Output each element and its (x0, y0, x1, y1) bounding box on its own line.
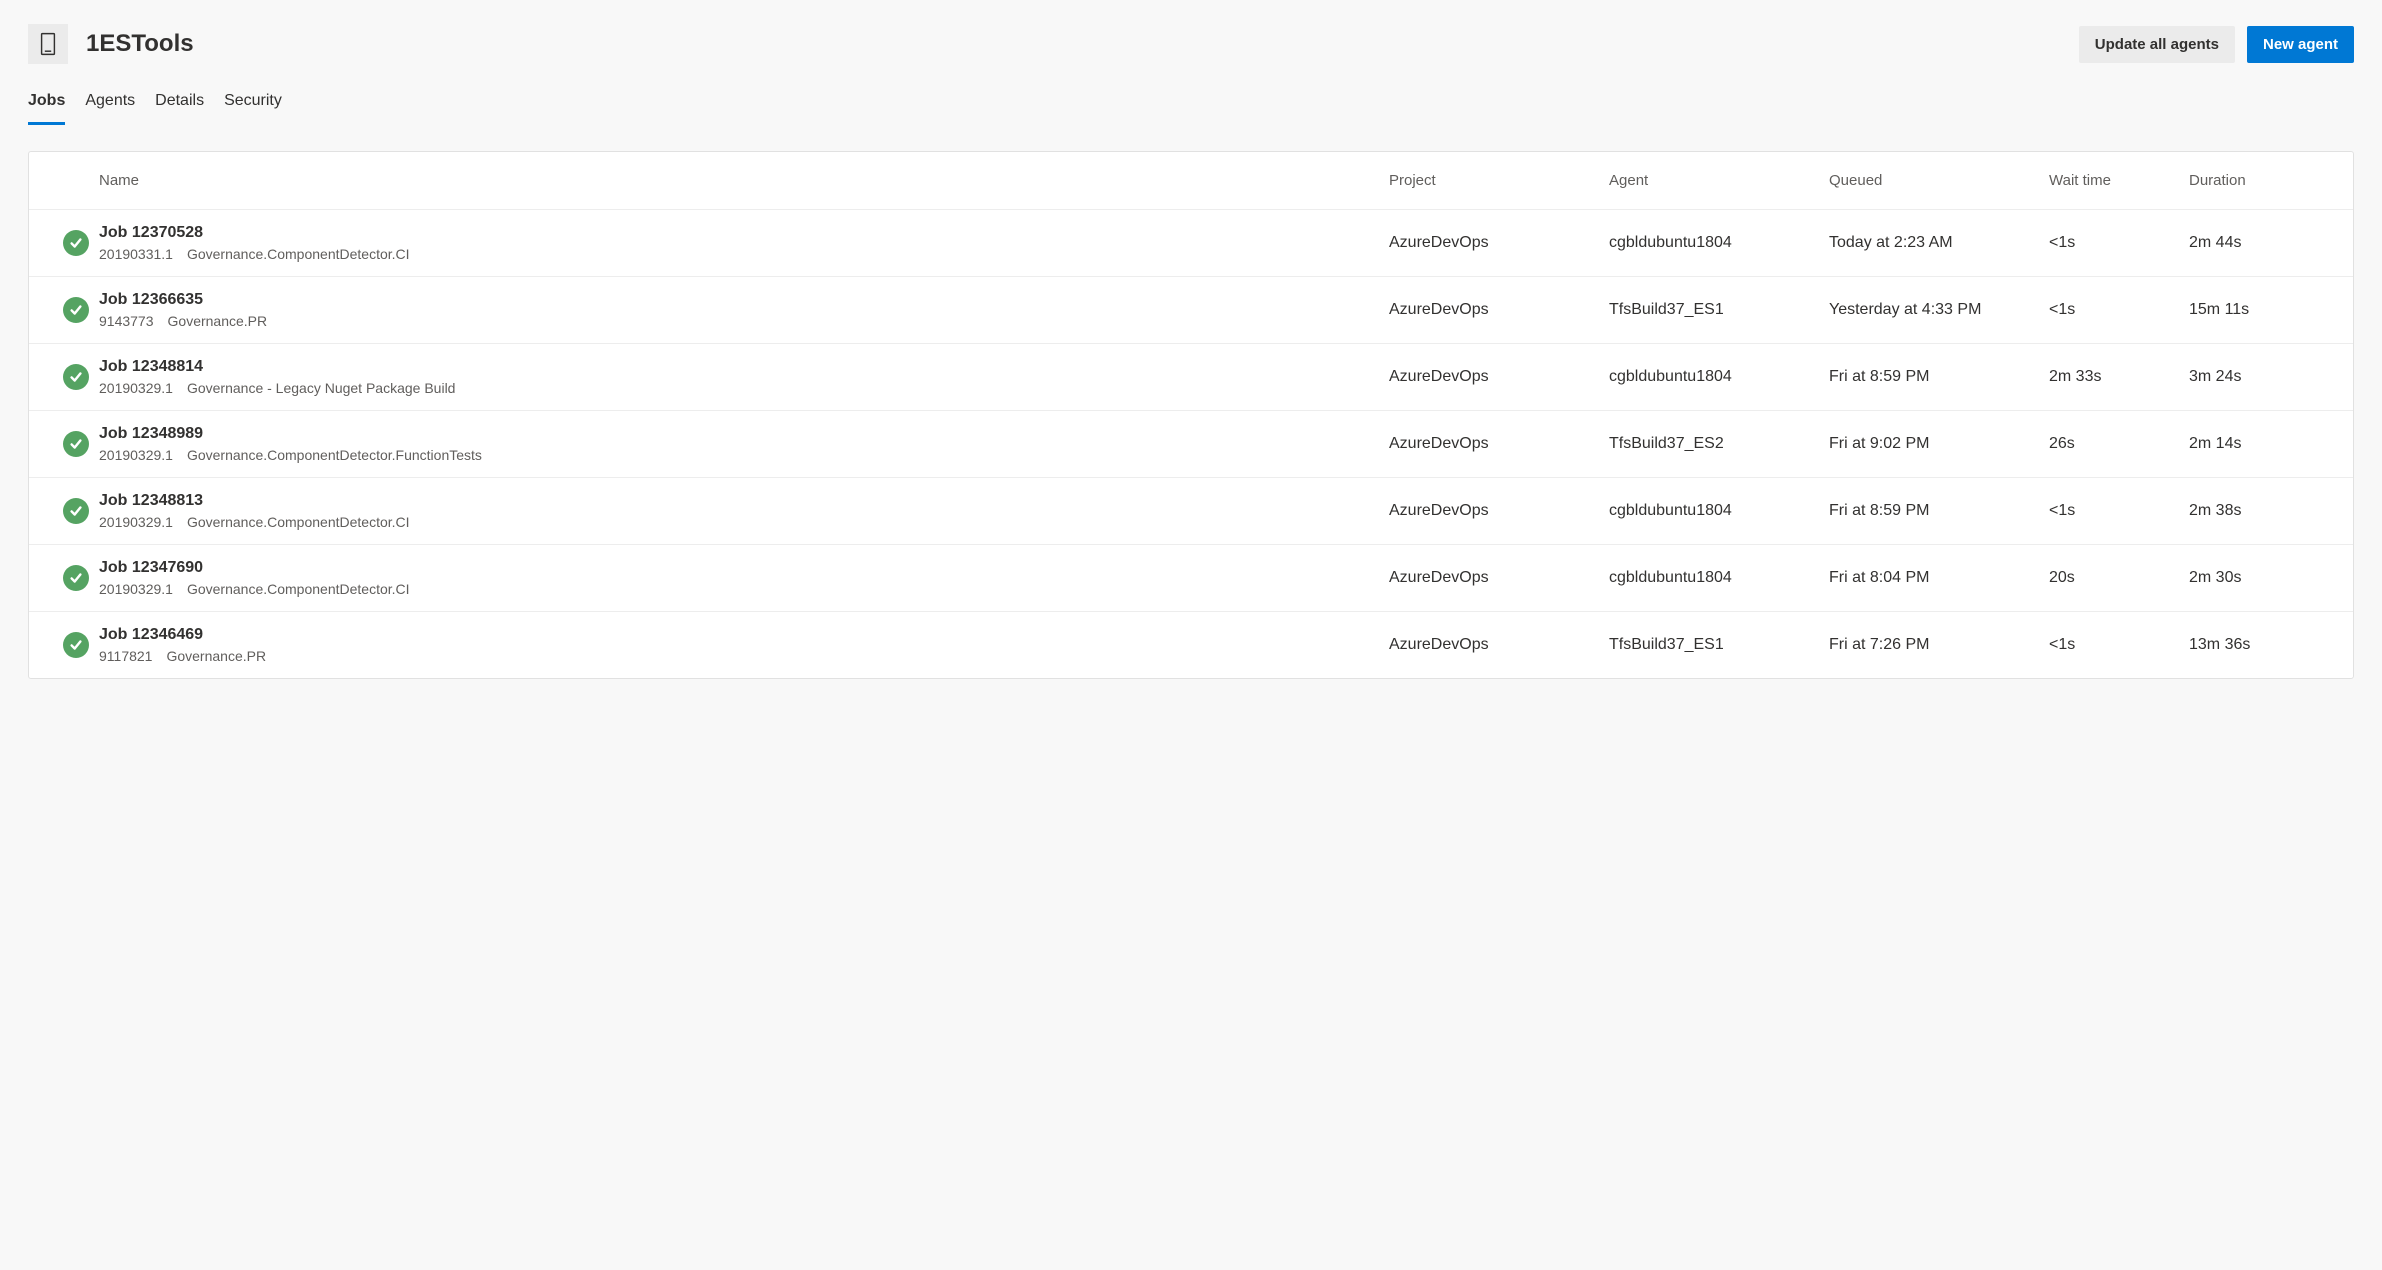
tabs: Jobs Agents Details Security (28, 84, 2354, 125)
cell-agent: cgbldubuntu1804 (1609, 502, 1829, 520)
success-icon (63, 632, 89, 658)
job-build-number: 20190329.1 (99, 380, 173, 396)
cell-project: AzureDevOps (1389, 301, 1609, 319)
cell-duration: 13m 36s (2189, 636, 2329, 654)
job-title: Job 12366635 (99, 291, 1389, 309)
job-build-number: 9143773 (99, 313, 154, 329)
update-all-agents-button[interactable]: Update all agents (2079, 26, 2235, 63)
cell-agent: TfsBuild37_ES2 (1609, 435, 1829, 453)
job-pipeline: Governance.ComponentDetector.CI (187, 581, 410, 597)
cell-duration: 2m 38s (2189, 502, 2329, 520)
cell-duration: 2m 30s (2189, 569, 2329, 587)
cell-queued: Fri at 7:26 PM (1829, 636, 2049, 654)
job-title: Job 12346469 (99, 626, 1389, 644)
job-pipeline: Governance.ComponentDetector.CI (187, 246, 410, 262)
cell-wait-time: 26s (2049, 435, 2189, 453)
page-title: 1ESTools (86, 30, 194, 58)
cell-agent: cgbldubuntu1804 (1609, 368, 1829, 386)
pool-icon (28, 24, 68, 64)
table-row[interactable]: Job 12347690 20190329.1 Governance.Compone… (29, 545, 2353, 612)
tab-security[interactable]: Security (224, 84, 282, 125)
cell-agent: TfsBuild37_ES1 (1609, 301, 1829, 319)
cell-duration: 2m 44s (2189, 234, 2329, 252)
table-row[interactable]: Job 12346469 9117821 Governance.PR AzureDev… (29, 612, 2353, 678)
cell-project: AzureDevOps (1389, 502, 1609, 520)
jobs-table: Name Project Agent Queued Wait time Dura… (28, 151, 2354, 679)
job-build-number: 20190329.1 (99, 447, 173, 463)
job-title: Job 12348813 (99, 492, 1389, 510)
job-build-number: 9117821 (99, 648, 152, 664)
success-icon (63, 230, 89, 256)
cell-duration: 3m 24s (2189, 368, 2329, 386)
job-pipeline: Governance.PR (168, 313, 268, 329)
success-icon (63, 565, 89, 591)
cell-wait-time: <1s (2049, 301, 2189, 319)
cell-project: AzureDevOps (1389, 234, 1609, 252)
table-row[interactable]: Job 12370528 20190331.1 Governance.Compone… (29, 210, 2353, 277)
tab-agents[interactable]: Agents (85, 84, 135, 125)
cell-queued: Today at 2:23 AM (1829, 234, 2049, 252)
col-name[interactable]: Name (99, 172, 1389, 189)
table-row[interactable]: Job 12348989 20190329.1 Governance.Compone… (29, 411, 2353, 478)
cell-agent: TfsBuild37_ES1 (1609, 636, 1829, 654)
job-title: Job 12370528 (99, 224, 1389, 242)
tab-jobs[interactable]: Jobs (28, 84, 65, 125)
table-row[interactable]: Job 12348814 20190329.1 Governance - Legac… (29, 344, 2353, 411)
page-header: 1ESTools Update all agents New agent (28, 24, 2354, 64)
cell-project: AzureDevOps (1389, 569, 1609, 587)
cell-queued: Fri at 9:02 PM (1829, 435, 2049, 453)
job-build-number: 20190329.1 (99, 514, 173, 530)
cell-project: AzureDevOps (1389, 368, 1609, 386)
cell-queued: Fri at 8:04 PM (1829, 569, 2049, 587)
job-pipeline: Governance.ComponentDetector.FunctionTes… (187, 447, 482, 463)
job-title: Job 12347690 (99, 559, 1389, 577)
cell-agent: cgbldubuntu1804 (1609, 569, 1829, 587)
col-agent[interactable]: Agent (1609, 172, 1829, 189)
tab-details[interactable]: Details (155, 84, 204, 125)
table-row[interactable]: Job 12366635 9143773 Governance.PR AzureDev… (29, 277, 2353, 344)
col-project[interactable]: Project (1389, 172, 1609, 189)
cell-wait-time: 20s (2049, 569, 2189, 587)
job-build-number: 20190329.1 (99, 581, 173, 597)
job-title: Job 12348989 (99, 425, 1389, 443)
success-icon (63, 364, 89, 390)
table-row[interactable]: Job 12348813 20190329.1 Governance.Compone… (29, 478, 2353, 545)
cell-project: AzureDevOps (1389, 636, 1609, 654)
success-icon (63, 297, 89, 323)
col-duration[interactable]: Duration (2189, 172, 2329, 189)
cell-wait-time: <1s (2049, 502, 2189, 520)
col-wait-time[interactable]: Wait time (2049, 172, 2189, 189)
cell-wait-time: <1s (2049, 234, 2189, 252)
col-queued[interactable]: Queued (1829, 172, 2049, 189)
cell-queued: Yesterday at 4:33 PM (1829, 301, 2049, 319)
cell-duration: 2m 14s (2189, 435, 2329, 453)
cell-wait-time: 2m 33s (2049, 368, 2189, 386)
cell-queued: Fri at 8:59 PM (1829, 502, 2049, 520)
job-pipeline: Governance.ComponentDetector.CI (187, 514, 410, 530)
cell-duration: 15m 11s (2189, 301, 2329, 319)
job-build-number: 20190331.1 (99, 246, 173, 262)
success-icon (63, 431, 89, 457)
success-icon (63, 498, 89, 524)
new-agent-button[interactable]: New agent (2247, 26, 2354, 63)
cell-wait-time: <1s (2049, 636, 2189, 654)
cell-queued: Fri at 8:59 PM (1829, 368, 2049, 386)
cell-agent: cgbldubuntu1804 (1609, 234, 1829, 252)
job-pipeline: Governance - Legacy Nuget Package Build (187, 380, 456, 396)
job-pipeline: Governance.PR (166, 648, 266, 664)
table-header: Name Project Agent Queued Wait time Dura… (29, 152, 2353, 210)
job-title: Job 12348814 (99, 358, 1389, 376)
cell-project: AzureDevOps (1389, 435, 1609, 453)
